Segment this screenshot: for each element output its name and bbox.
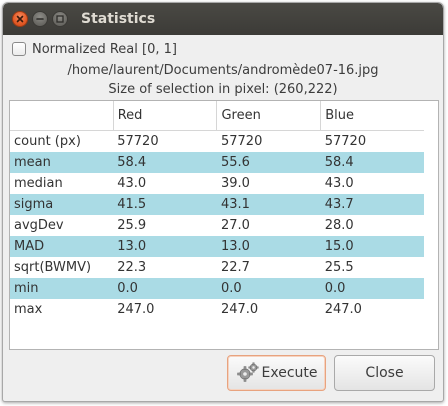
row-label: avgDev xyxy=(14,218,64,233)
table-row: median 43.0 39.0 43.0 xyxy=(10,173,424,194)
normalized-label: Normalized Real [0, 1] xyxy=(32,41,177,57)
green-value: 27.0 xyxy=(220,218,250,233)
table-row: min 0.0 0.0 0.0 xyxy=(10,278,424,299)
blue-value: 43.0 xyxy=(324,176,354,191)
row-label: min xyxy=(10,278,114,299)
row-label: count (px) xyxy=(14,134,81,149)
row-label: sqrt(BWMV) xyxy=(14,260,92,275)
table-row: max 247.0 247.0 247.0 xyxy=(10,299,424,320)
execute-button[interactable]: Execute xyxy=(227,355,326,391)
red-value: 13.0 xyxy=(113,236,217,257)
blue-value: 58.4 xyxy=(320,152,424,173)
row-label: sigma xyxy=(10,194,114,215)
row-label: median xyxy=(14,176,63,191)
minimize-window-icon[interactable] xyxy=(32,11,48,27)
blue-value: 57720 xyxy=(324,134,367,149)
statistics-table-frame[interactable]: Red Green Blue count (px) 57720 57720 57… xyxy=(9,100,439,350)
red-value: 247.0 xyxy=(117,302,155,317)
red-value: 57720 xyxy=(117,134,159,149)
blue-value: 0.0 xyxy=(320,278,424,299)
table-row: sqrt(BWMV) 22.3 22.7 25.5 xyxy=(10,257,424,278)
header-red: Red xyxy=(113,101,218,131)
file-path: /home/laurent/Documents/andromède07-16.j… xyxy=(67,63,379,78)
close-window-icon[interactable] xyxy=(12,11,28,27)
normalized-checkbox[interactable] xyxy=(12,42,26,56)
normalized-option[interactable]: Normalized Real [0, 1] xyxy=(12,40,177,58)
green-value: 43.1 xyxy=(216,194,321,215)
red-value: 25.9 xyxy=(117,218,147,233)
blue-value: 25.5 xyxy=(324,260,354,275)
statistics-table: Red Green Blue count (px) 57720 57720 57… xyxy=(10,101,424,320)
green-value: 55.6 xyxy=(216,152,321,173)
row-label: max xyxy=(14,302,43,317)
green-value: 22.7 xyxy=(220,260,250,275)
statistics-window: Statistics Normalized Real [0, 1] /home/… xyxy=(2,2,444,402)
table-row: sigma 41.5 43.1 43.7 xyxy=(10,194,424,215)
close-label: Close xyxy=(365,365,404,381)
red-value: 0.0 xyxy=(113,278,217,299)
green-value: 13.0 xyxy=(216,236,321,257)
table-row: MAD 13.0 13.0 15.0 xyxy=(10,236,424,257)
execute-label: Execute xyxy=(261,365,318,381)
row-label: mean xyxy=(10,152,114,173)
header-blue: Blue xyxy=(320,101,424,131)
green-value: 0.0 xyxy=(216,278,321,299)
gears-icon xyxy=(236,362,259,382)
red-value: 22.3 xyxy=(117,260,147,275)
header-green: Green xyxy=(216,101,322,131)
green-value: 39.0 xyxy=(220,176,250,191)
table-row: mean 58.4 55.6 58.4 xyxy=(10,152,424,173)
table-row: count (px) 57720 57720 57720 xyxy=(10,131,424,153)
green-value: 247.0 xyxy=(220,302,259,317)
blue-value: 15.0 xyxy=(320,236,424,257)
title-bar[interactable]: Statistics xyxy=(3,3,443,35)
green-value: 57720 xyxy=(220,134,263,149)
row-label: MAD xyxy=(10,236,114,257)
table-header-row: Red Green Blue xyxy=(10,101,424,131)
table-row: avgDev 25.9 27.0 28.0 xyxy=(10,215,424,236)
blue-value: 247.0 xyxy=(324,302,362,317)
close-button[interactable]: Close xyxy=(334,355,435,391)
maximize-window-icon[interactable] xyxy=(52,11,68,27)
red-value: 41.5 xyxy=(113,194,217,215)
blue-value: 28.0 xyxy=(324,218,354,233)
window-title: Statistics xyxy=(81,11,156,27)
red-value: 43.0 xyxy=(117,176,147,191)
header-blank xyxy=(10,101,114,131)
selection-size: Size of selection in pixel: (260,222) xyxy=(108,82,338,97)
blue-value: 43.7 xyxy=(320,194,424,215)
red-value: 58.4 xyxy=(113,152,217,173)
